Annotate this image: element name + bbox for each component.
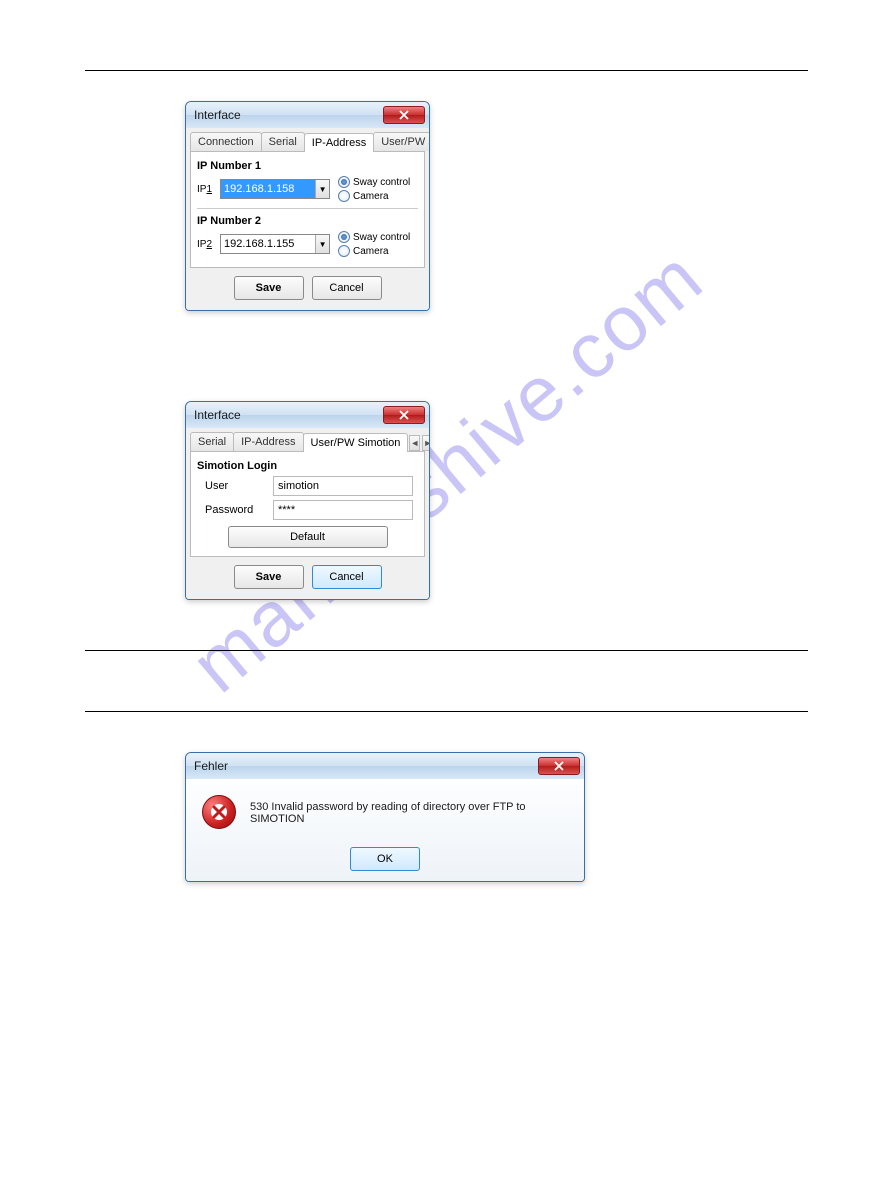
dialog-body: 530 Invalid password by reading of direc… (186, 779, 584, 881)
ip2-label: IP2 (197, 239, 212, 250)
ip1-combo[interactable]: ▼ (220, 179, 330, 199)
radio-ip2-camera[interactable]: Camera (338, 245, 410, 257)
tab-scroll-left-icon[interactable]: ◄ (409, 435, 420, 451)
close-icon (554, 761, 564, 771)
user-input[interactable] (273, 476, 413, 496)
default-button[interactable]: Default (228, 526, 388, 548)
mid-separator-1 (85, 650, 808, 651)
ip1-input[interactable] (221, 180, 315, 198)
tab-userpw-simotion[interactable]: User/PW Simotion (303, 433, 409, 452)
button-row: Save Cancel (190, 268, 425, 306)
window-title: Fehler (194, 759, 228, 773)
radio-icon (338, 245, 350, 257)
radio-ip1-camera[interactable]: Camera (338, 190, 410, 202)
close-icon (399, 410, 409, 420)
close-button[interactable] (538, 757, 580, 775)
radio-ip2-sway[interactable]: Sway control (338, 231, 410, 243)
tab-scroll-right-icon[interactable]: ► (422, 435, 430, 451)
chevron-down-icon[interactable]: ▼ (315, 235, 329, 253)
radio-icon (338, 190, 350, 202)
button-row: Save Cancel (190, 557, 425, 595)
tab-serial[interactable]: Serial (190, 432, 234, 451)
interface-dialog-ip: Interface Connection Serial IP-Address U… (185, 101, 430, 311)
close-button[interactable] (383, 106, 425, 124)
tab-ip-address[interactable]: IP-Address (233, 432, 303, 451)
window-title: Interface (194, 108, 241, 122)
radio-ip1-sway[interactable]: Sway control (338, 176, 410, 188)
tab-ip-address[interactable]: IP-Address (304, 133, 374, 152)
divider (197, 208, 418, 209)
user-label: User (205, 480, 265, 492)
tab-row: Serial IP-Address User/PW Simotion ◄ ► (190, 432, 425, 452)
save-button[interactable]: Save (234, 565, 304, 589)
mid-separator-2 (85, 711, 808, 712)
radio-label: Sway control (353, 232, 410, 243)
titlebar[interactable]: Fehler (186, 753, 584, 779)
titlebar[interactable]: Interface (186, 102, 429, 128)
tab-userpw[interactable]: User/PW Si (373, 132, 430, 151)
chevron-down-icon[interactable]: ▼ (315, 180, 329, 198)
close-button[interactable] (383, 406, 425, 424)
save-button[interactable]: Save (234, 276, 304, 300)
group-ip2-label: IP Number 2 (197, 215, 418, 227)
ip1-label: IP1 (197, 184, 212, 195)
tab-connection[interactable]: Connection (190, 132, 262, 151)
error-message: 530 Invalid password by reading of direc… (250, 795, 568, 825)
radio-icon (338, 231, 350, 243)
tab-content: Simotion Login /* keep underline on S on… (190, 452, 425, 557)
password-label: Password (205, 504, 265, 516)
radio-label: Sway control (353, 177, 410, 188)
interface-dialog-login: Interface Serial IP-Address User/PW Simo… (185, 401, 430, 600)
top-separator (85, 70, 808, 71)
ok-button[interactable]: OK (350, 847, 420, 871)
group-login-label: Simotion Login (197, 460, 418, 472)
ip2-input[interactable] (221, 235, 315, 253)
window-title: Interface (194, 408, 241, 422)
ip2-combo[interactable]: ▼ (220, 234, 330, 254)
radio-label: Camera (353, 191, 389, 202)
error-dialog: Fehler 530 Invalid password by reading o… (185, 752, 585, 882)
tab-row: Connection Serial IP-Address User/PW Si … (190, 132, 425, 152)
error-icon (202, 795, 236, 829)
cancel-button[interactable]: Cancel (312, 276, 382, 300)
close-icon (399, 110, 409, 120)
tab-content: IP Number 1 IP1 ▼ Sway control Camera (190, 152, 425, 268)
password-input[interactable] (273, 500, 413, 520)
titlebar[interactable]: Interface (186, 402, 429, 428)
tab-serial[interactable]: Serial (261, 132, 305, 151)
radio-label: Camera (353, 246, 389, 257)
group-ip1-label: IP Number 1 (197, 160, 418, 172)
radio-icon (338, 176, 350, 188)
cancel-button[interactable]: Cancel (312, 565, 382, 589)
